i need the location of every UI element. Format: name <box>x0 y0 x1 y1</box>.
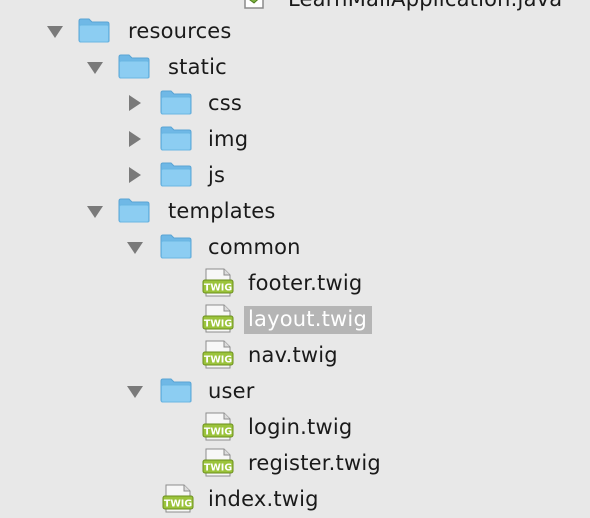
tree-item-register-twig[interactable]: TWIG register.twig <box>0 446 590 482</box>
expand-arrow-icon[interactable] <box>129 131 141 147</box>
tree-item-css[interactable]: css <box>0 86 590 122</box>
tree-item-label: css <box>208 91 243 115</box>
twig-file-icon: TWIG <box>202 340 234 369</box>
folder-icon <box>118 54 150 79</box>
folder-icon <box>160 378 192 403</box>
tree-item-static[interactable]: static <box>0 50 590 86</box>
tree-item-label: nav.twig <box>248 343 338 367</box>
tree-item-label: js <box>208 163 226 187</box>
svg-text:TWIG: TWIG <box>204 427 232 438</box>
collapse-arrow-icon[interactable] <box>87 206 103 218</box>
folder-icon <box>160 162 192 187</box>
svg-text:TWIG: TWIG <box>204 355 232 366</box>
tree-item-login-twig[interactable]: TWIG login.twig <box>0 410 590 446</box>
twig-file-icon: TWIG <box>162 484 194 513</box>
tree-item-nav-twig[interactable]: TWIG nav.twig <box>0 338 590 374</box>
tree-item-label: templates <box>168 199 276 223</box>
collapse-arrow-icon[interactable] <box>47 26 63 38</box>
tree-item-label: static <box>168 55 227 79</box>
tree-item-user[interactable]: user <box>0 374 590 410</box>
tree-item-label: footer.twig <box>248 271 363 295</box>
expand-arrow-icon[interactable] <box>129 167 141 183</box>
folder-icon <box>160 234 192 259</box>
twig-file-icon: TWIG <box>202 412 234 441</box>
twig-file-icon: TWIG <box>202 448 234 477</box>
tree-item-layout-twig[interactable]: TWIG layout.twig <box>0 302 590 338</box>
folder-icon <box>160 90 192 115</box>
tree-item-label: LearnMallApplication.java <box>288 0 562 12</box>
tree-item-resources[interactable]: resources <box>0 14 590 50</box>
tree-item-img[interactable]: img <box>0 122 590 158</box>
tree-item-label: login.twig <box>248 415 353 439</box>
svg-text:TWIG: TWIG <box>164 499 192 510</box>
tree-item-label-selected: layout.twig <box>244 306 372 334</box>
tree-item-footer-twig[interactable]: TWIG footer.twig <box>0 266 590 302</box>
collapse-arrow-icon[interactable] <box>127 386 143 398</box>
project-file-tree: LearnMallApplication.java resources stat… <box>0 0 590 514</box>
svg-text:TWIG: TWIG <box>204 319 232 330</box>
tree-item-index-twig[interactable]: TWIG index.twig <box>0 482 590 518</box>
tree-item-label: common <box>208 235 301 259</box>
java-file-icon <box>244 0 264 9</box>
collapse-arrow-icon[interactable] <box>87 62 103 74</box>
folder-icon <box>160 126 192 151</box>
collapse-arrow-icon[interactable] <box>127 242 143 254</box>
svg-text:TWIG: TWIG <box>204 283 232 294</box>
twig-file-icon: TWIG <box>202 304 234 333</box>
svg-text:TWIG: TWIG <box>204 463 232 474</box>
tree-item-common[interactable]: common <box>0 230 590 266</box>
twig-file-icon: TWIG <box>202 268 234 297</box>
tree-item-label: user <box>208 379 255 403</box>
tree-item-js[interactable]: js <box>0 158 590 194</box>
tree-item-label: img <box>208 127 249 151</box>
tree-item-label: index.twig <box>208 487 319 511</box>
folder-icon <box>78 18 110 43</box>
tree-item-templates[interactable]: templates <box>0 194 590 230</box>
tree-item-label: resources <box>128 19 232 43</box>
folder-icon <box>118 198 150 223</box>
expand-arrow-icon[interactable] <box>129 95 141 111</box>
tree-item-label: register.twig <box>248 451 381 475</box>
